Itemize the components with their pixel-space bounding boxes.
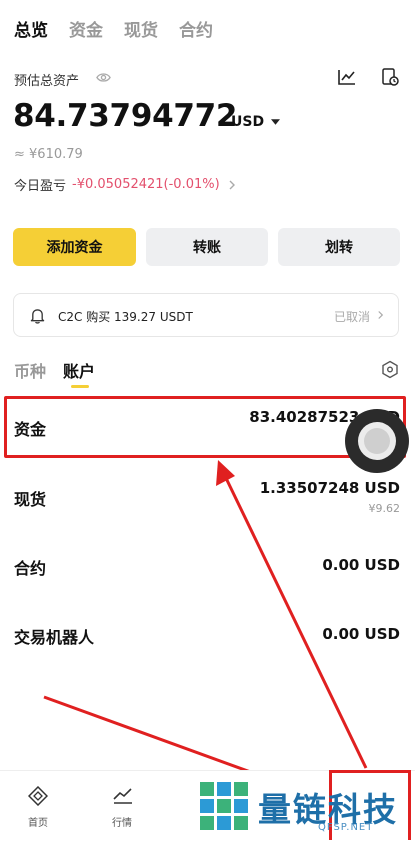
watermark-subtext: QFSP.NET bbox=[318, 822, 374, 833]
nav-market-label[interactable]: 行情 bbox=[112, 814, 132, 829]
annotation-arrows bbox=[43, 460, 368, 792]
nav-home-label[interactable]: 首页 bbox=[28, 814, 48, 829]
watermark-logo bbox=[200, 782, 248, 830]
market-icon[interactable] bbox=[112, 786, 134, 804]
home-icon[interactable] bbox=[28, 786, 48, 806]
